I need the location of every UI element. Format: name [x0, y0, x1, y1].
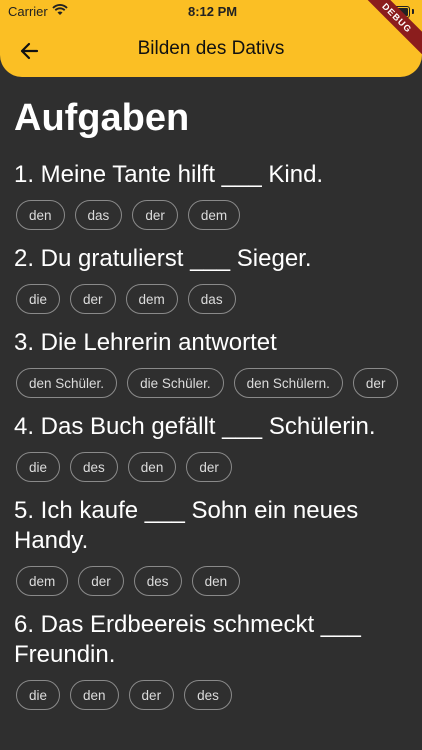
answer-chip[interactable]: der: [128, 680, 175, 710]
question-text: 4. Das Buch gefällt ___ Schülerin.: [14, 413, 376, 440]
answer-chip[interactable]: die Schüler.: [127, 368, 224, 398]
answer-chip[interactable]: dem: [16, 566, 69, 596]
section-heading: Aufgaben: [14, 97, 190, 139]
question-text: 5. Ich kaufe ___ Sohn ein neues Handy.: [14, 497, 359, 554]
answer-options: die des den der: [16, 452, 422, 482]
answer-chip[interactable]: den: [16, 200, 65, 230]
answer-chip[interactable]: dem: [125, 284, 178, 314]
answer-chip[interactable]: der: [352, 368, 399, 398]
answer-chip[interactable]: die: [16, 452, 61, 482]
carrier-label: Carrier: [8, 4, 48, 19]
question-text: 6. Das Erdbeereis schmeckt ___ Freundin.: [14, 611, 361, 668]
answer-chip[interactable]: die: [16, 680, 61, 710]
status-bar: Carrier 8:12 PM: [0, 0, 422, 24]
answer-chip[interactable]: des: [133, 566, 182, 596]
answer-options: die den der des: [16, 680, 422, 710]
question-text: 2. Du gratulierst ___ Sieger.: [14, 245, 312, 272]
answer-chip[interactable]: den: [70, 680, 119, 710]
answer-options: den das der dem: [16, 200, 422, 230]
answer-chip[interactable]: den Schülern.: [233, 368, 343, 398]
answer-chip[interactable]: der: [132, 200, 178, 230]
answer-chip[interactable]: den: [127, 452, 177, 482]
exercise-list: Aufgaben 1. Meine Tante hilft ___ Kind. …: [14, 96, 422, 724]
answer-options: den Schüler. die Schüler. den Schülern. …: [16, 368, 422, 398]
wifi-icon: [52, 3, 68, 20]
answer-chip[interactable]: der: [78, 566, 124, 596]
battery-tip: [412, 9, 414, 14]
question-text: 3. Die Lehrerin antwortet: [14, 329, 277, 356]
status-time: 8:12 PM: [188, 4, 238, 19]
answer-options: die der dem das: [16, 284, 422, 314]
answer-chip[interactable]: das: [74, 200, 123, 230]
app-bar: Carrier 8:12 PM Bilden des Dativs DEBUG: [0, 0, 422, 77]
answer-chip[interactable]: der: [70, 284, 116, 314]
answer-chip[interactable]: dem: [187, 200, 241, 230]
answer-chip[interactable]: der: [186, 452, 232, 482]
answer-chip[interactable]: das: [187, 284, 236, 314]
question-text: 1. Meine Tante hilft ___ Kind.: [14, 161, 324, 188]
answer-chip[interactable]: des: [70, 452, 118, 482]
answer-chip[interactable]: den: [191, 566, 241, 596]
answer-chip[interactable]: die: [16, 284, 61, 314]
answer-chip[interactable]: den Schüler.: [16, 368, 118, 398]
page-title: Bilden des Dativs: [137, 38, 285, 59]
answer-chip[interactable]: des: [184, 680, 232, 710]
answer-options: dem der des den: [16, 566, 422, 596]
